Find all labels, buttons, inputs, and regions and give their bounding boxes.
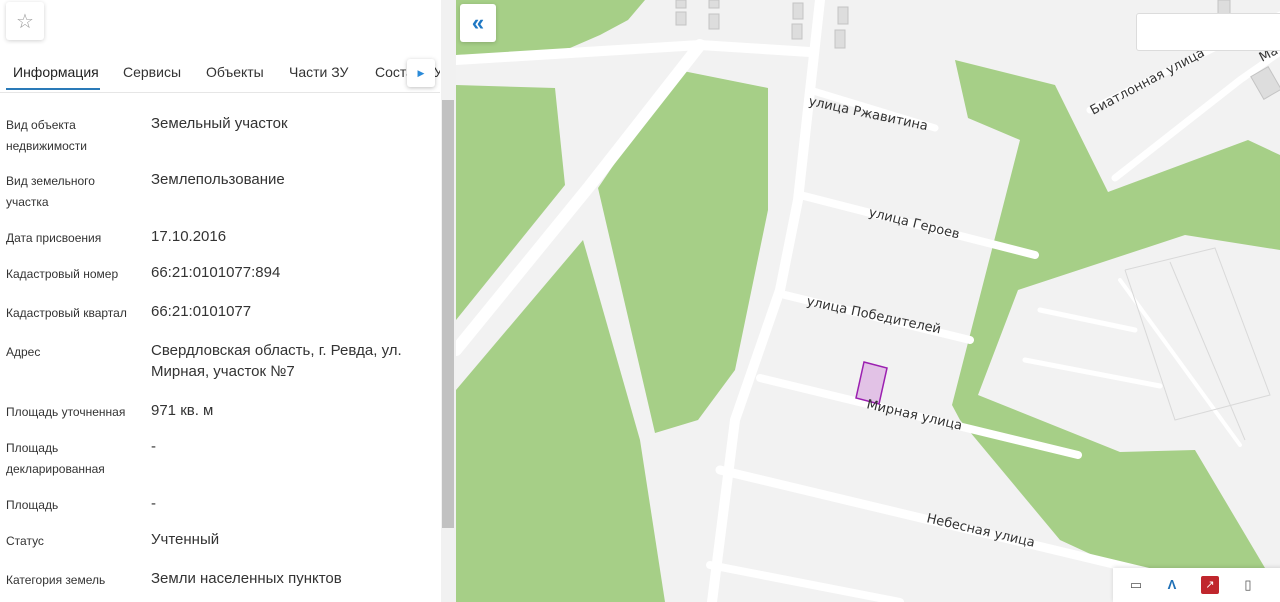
property-value: Земельный участок (151, 115, 288, 132)
map-search-input[interactable] (1136, 13, 1280, 51)
pdf-icon[interactable]: ↗ (1201, 576, 1219, 594)
property-label: Вид объекта недвижимости (6, 118, 87, 153)
property-value: Землепользование (151, 171, 285, 188)
property-value: Учтенный (151, 531, 220, 548)
property-label: Адрес (6, 345, 41, 359)
property-label: Кадастровый квартал (6, 306, 127, 320)
favorite-button[interactable]: ☆ (6, 2, 44, 40)
property-label: Статус (6, 534, 44, 548)
property-value: 17.10.2016 (151, 228, 227, 245)
property-label: Площадь декларированная (6, 441, 105, 476)
property-value: 971 кв. м (151, 402, 214, 419)
tabs-next-button[interactable]: ▶ (407, 59, 435, 87)
property-value: 66:21:0101077:894 (151, 264, 281, 281)
measure-icon[interactable]: Λ (1163, 576, 1181, 594)
property-value: - (151, 438, 156, 455)
property-label: Вид земельного участка (6, 174, 95, 209)
triangle-right-icon: ▶ (417, 67, 425, 78)
map-canvas: улица Ржавитина улица Героев улица Побед… (456, 0, 1280, 602)
property-label: Площадь уточненная (6, 405, 126, 419)
double-chevron-left-icon: « (471, 10, 485, 35)
collapse-panel-button[interactable]: « (460, 4, 496, 42)
tab-services[interactable]: Сервисы (123, 64, 181, 80)
star-icon: ☆ (16, 10, 34, 33)
tab-parts[interactable]: Части ЗУ (289, 64, 348, 80)
property-label: Категория земель (6, 573, 106, 587)
property-label: Кадастровый номер (6, 267, 119, 281)
tab-objects[interactable]: Объекты (206, 64, 264, 80)
property-label: Дата присвоения (6, 231, 102, 245)
property-label: Площадь (6, 498, 59, 512)
property-value: - (151, 495, 156, 512)
scrollbar-thumb[interactable] (442, 100, 454, 528)
tab-information[interactable]: Информация (13, 64, 99, 80)
property-value: Земли населенных пунктов (151, 570, 342, 587)
info-panel: ☆ Информация Сервисы Объекты Части ЗУ Со… (0, 0, 456, 602)
property-value: 66:21:0101077 (151, 303, 252, 320)
map-view[interactable]: улица Ржавитина улица Героев улица Побед… (456, 0, 1280, 602)
active-tab-indicator (6, 88, 100, 90)
print-icon[interactable]: ▭ (1127, 576, 1145, 594)
property-value: Свердловская область, г. Ревда, ул. Мирн… (151, 342, 402, 380)
tab-bar: Информация Сервисы Объекты Части ЗУ Сост… (0, 56, 440, 93)
document-icon[interactable]: ▯ (1239, 576, 1257, 594)
map-toolbar: ▭ Λ ↗ ▯ (1113, 568, 1280, 602)
